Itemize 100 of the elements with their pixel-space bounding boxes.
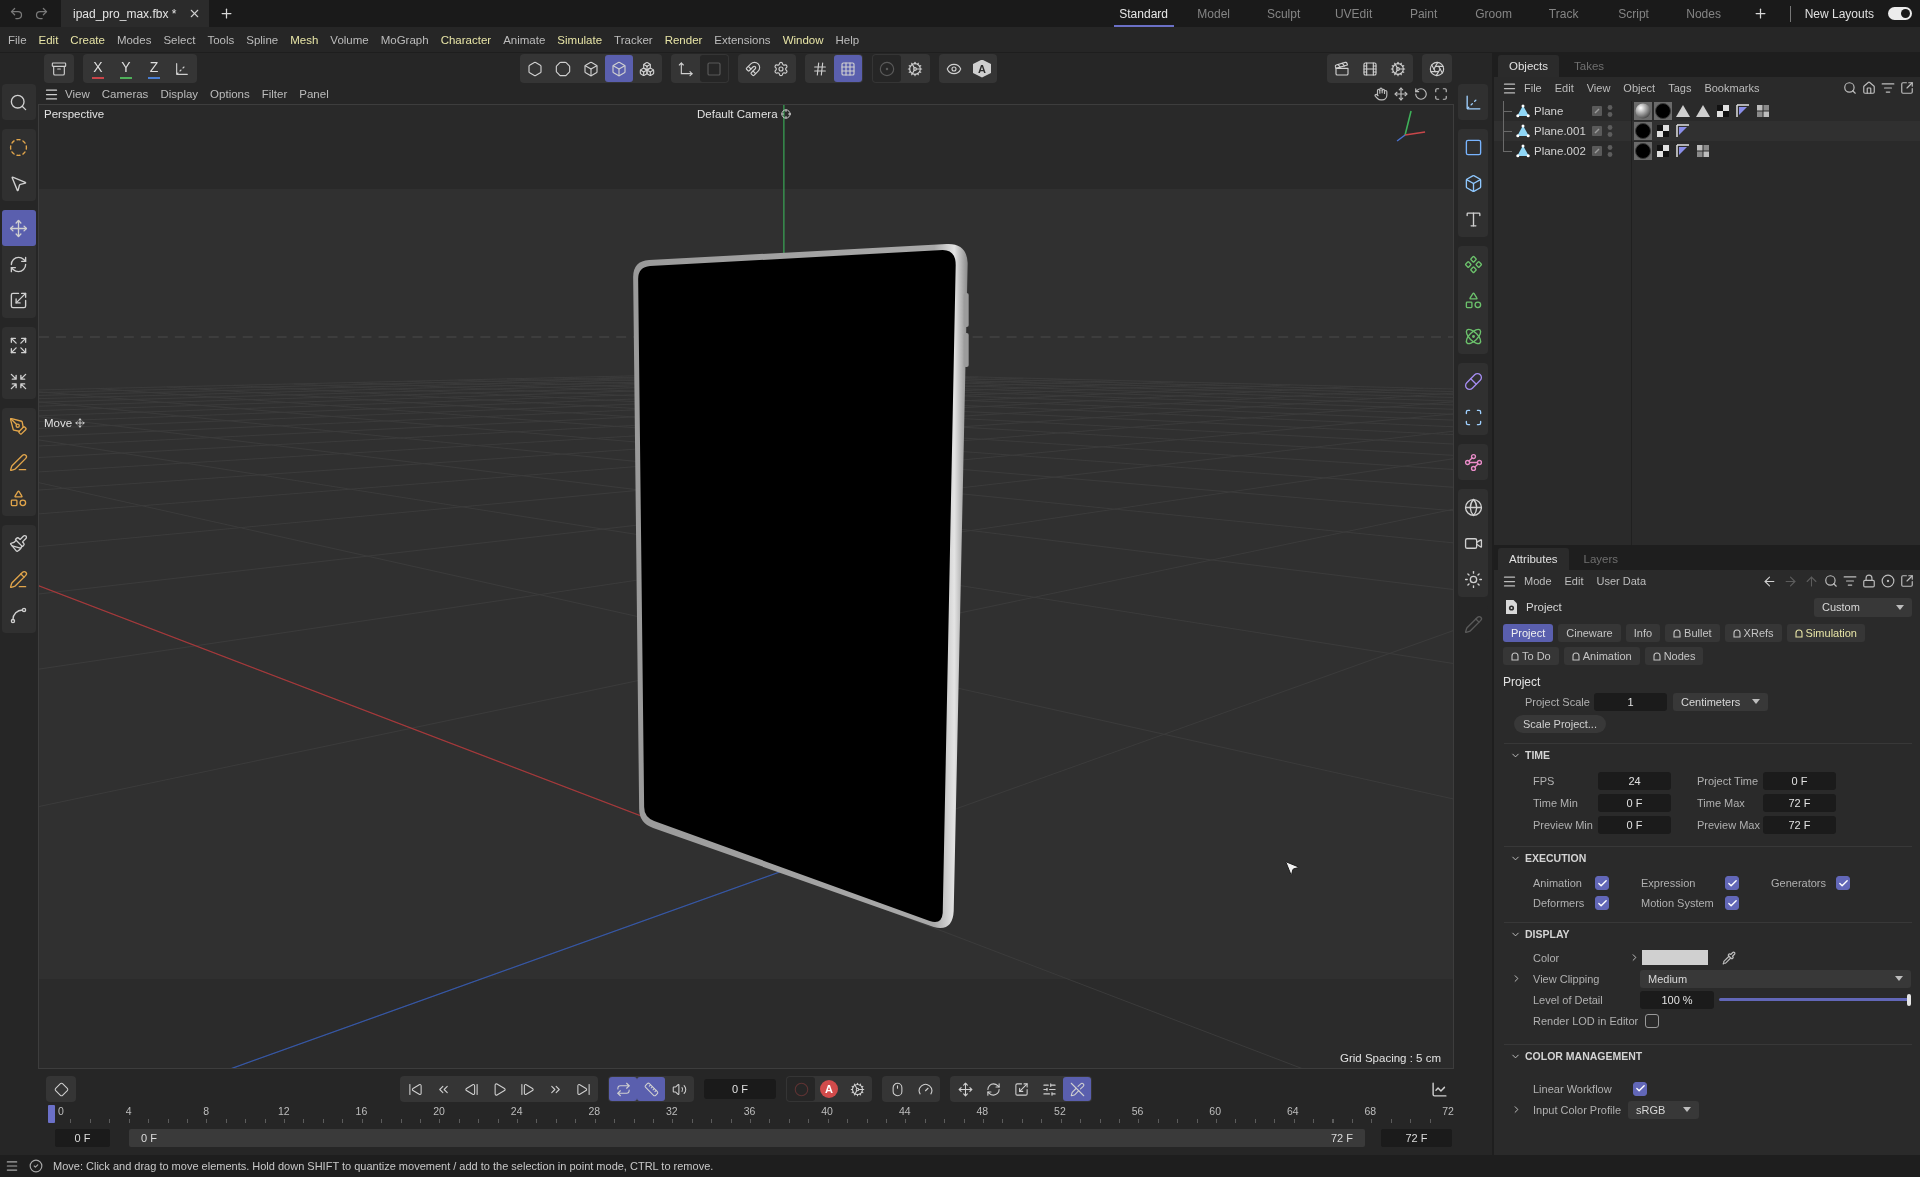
mode-dropdown[interactable]: Custom <box>1814 597 1912 617</box>
file-tab[interactable]: ipad_pro_max.fbx * <box>61 0 210 27</box>
page-tab[interactable]: XRefs <box>1724 624 1782 642</box>
object-name[interactable]: Plane <box>1534 105 1564 117</box>
number-field[interactable]: 0 F <box>1598 794 1671 812</box>
color-swatch[interactable] <box>1642 950 1708 965</box>
number-field[interactable]: 72 F <box>1763 794 1836 812</box>
menu-item[interactable]: Animate <box>497 28 552 51</box>
axis-lock-button[interactable]: X <box>84 55 112 82</box>
dots-icon[interactable] <box>1607 104 1613 118</box>
menu-item[interactable]: Tracker <box>608 28 659 51</box>
menu-item[interactable]: Help <box>829 28 866 51</box>
filter-icon[interactable] <box>1843 574 1857 588</box>
slider-thumb[interactable] <box>1907 993 1911 1006</box>
checkbox[interactable] <box>1633 1081 1647 1096</box>
menu-item[interactable]: Spline <box>240 28 285 51</box>
menu-item[interactable]: Cameras <box>95 88 155 100</box>
quad-icon[interactable] <box>1754 102 1772 120</box>
menu-item[interactable]: Render <box>658 28 709 51</box>
menu-item[interactable]: Tags <box>1662 82 1698 94</box>
home-icon[interactable] <box>1862 81 1876 95</box>
profile-dropdown[interactable]: sRGB <box>1628 1100 1699 1119</box>
checkbox[interactable] <box>1836 876 1850 890</box>
number-field[interactable]: 0 F <box>1763 772 1836 790</box>
menu-item[interactable]: Bookmarks <box>1698 82 1766 94</box>
scale-project-button[interactable]: Scale Project... <box>1514 715 1606 733</box>
target-icon[interactable] <box>1881 574 1895 588</box>
square-pencil-icon[interactable] <box>1592 126 1602 136</box>
tool-button[interactable] <box>1 210 36 246</box>
menu-icon[interactable] <box>44 86 59 102</box>
page-tab[interactable]: Simulation <box>1786 624 1865 642</box>
filter-icon[interactable] <box>1881 81 1895 95</box>
menu-item[interactable]: Edit <box>32 28 65 51</box>
menu-item[interactable]: User Data <box>1590 575 1653 587</box>
layout-tab[interactable]: Groom <box>1463 0 1524 27</box>
page-tab[interactable]: Animation <box>1563 647 1640 665</box>
menu-icon[interactable] <box>1502 573 1517 589</box>
section-header[interactable]: EXECUTION <box>1494 847 1920 869</box>
menu-item[interactable]: Object <box>1617 82 1662 94</box>
menu-item[interactable]: Character <box>434 28 498 51</box>
search-icon[interactable] <box>1824 574 1838 588</box>
dots-icon[interactable] <box>1607 144 1613 158</box>
object-name[interactable]: Plane.002 <box>1534 145 1586 157</box>
checkbox[interactable] <box>1645 1014 1660 1028</box>
plus-icon[interactable] <box>219 6 235 21</box>
layout-tab[interactable]: Script <box>1603 0 1664 27</box>
corner-icon[interactable] <box>1674 142 1692 160</box>
layout-tab[interactable]: Paint <box>1393 0 1454 27</box>
checkbox[interactable] <box>1725 896 1739 910</box>
layout-tab[interactable]: Track <box>1533 0 1594 27</box>
hand-icon[interactable] <box>1374 87 1388 101</box>
lock-icon[interactable] <box>1862 574 1876 588</box>
page-tab[interactable]: Bullet <box>1665 624 1720 642</box>
menu-item[interactable]: Select <box>157 28 202 51</box>
eyedropper-icon[interactable] <box>1722 950 1736 965</box>
checker-icon[interactable] <box>1654 122 1672 140</box>
menu-item[interactable]: Edit <box>1558 575 1590 587</box>
menu-item[interactable]: File <box>2 28 33 51</box>
sphere-icon[interactable] <box>1654 102 1672 120</box>
toggle-switch[interactable] <box>1888 7 1912 20</box>
menu-item[interactable]: Filter <box>255 88 294 100</box>
menu-item[interactable]: Mesh <box>284 28 325 51</box>
menu-item[interactable]: Panel <box>293 88 335 100</box>
square-pencil-icon[interactable] <box>1592 146 1602 156</box>
menu-item[interactable]: Tools <box>201 28 241 51</box>
checker-icon[interactable] <box>1714 102 1732 120</box>
checker-icon[interactable] <box>1654 142 1672 160</box>
menu-item[interactable]: Display <box>154 88 205 100</box>
layout-tab[interactable]: Model <box>1183 0 1244 27</box>
layout-tab[interactable]: Nodes <box>1673 0 1734 27</box>
panel-tab[interactable]: Attributes <box>1498 548 1569 570</box>
menu-item[interactable]: Mode <box>1518 575 1558 587</box>
menu-item[interactable]: MoGraph <box>374 28 435 51</box>
menu-item[interactable]: File <box>1518 82 1548 94</box>
layout-tab[interactable]: Sculpt <box>1253 0 1314 27</box>
page-tab[interactable]: Project <box>1503 624 1554 642</box>
chart-line-icon[interactable] <box>1431 1080 1448 1098</box>
number-field[interactable]: 0 F <box>1598 816 1671 834</box>
axis-lock-button[interactable]: Y <box>112 55 140 82</box>
menu-icon[interactable] <box>1502 80 1517 96</box>
object-row[interactable]: Plane.001 <box>1494 121 1920 141</box>
clipping-dropdown[interactable]: Medium <box>1640 969 1911 988</box>
dots-icon[interactable] <box>1607 124 1613 138</box>
page-tab[interactable]: Nodes <box>1644 647 1704 665</box>
range-bar[interactable]: 0 F 72 F <box>129 1129 1365 1147</box>
nav-button[interactable] <box>1761 573 1777 589</box>
page-tab[interactable]: Cineware <box>1558 624 1621 642</box>
menu-item[interactable]: Edit <box>1548 82 1580 94</box>
undo-icon[interactable] <box>9 6 24 21</box>
sphere-icon[interactable] <box>1634 102 1652 120</box>
sphere-icon[interactable] <box>1634 142 1652 160</box>
menu-item[interactable]: Volume <box>324 28 375 51</box>
new-window-icon[interactable] <box>1900 81 1914 95</box>
menu-item[interactable]: Extensions <box>708 28 777 51</box>
menu-item[interactable]: Options <box>204 88 256 100</box>
menu-item[interactable]: Window <box>776 28 830 51</box>
menu-icon[interactable] <box>5 1159 19 1173</box>
menu-item[interactable]: Simulate <box>551 28 609 51</box>
redo-icon[interactable] <box>34 6 49 21</box>
menu-item[interactable]: View <box>59 88 96 100</box>
